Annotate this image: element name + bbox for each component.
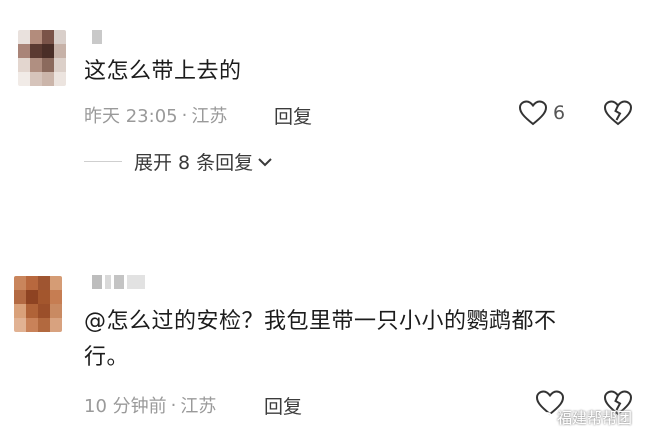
avatar-pixel xyxy=(38,276,50,290)
comment-meta: 10 分钟前 · 江苏 xyxy=(84,392,216,418)
meta-separator: · xyxy=(170,394,177,416)
avatar-pixel xyxy=(26,318,38,332)
reply-button[interactable]: 回复 xyxy=(274,102,312,129)
avatar-pixel xyxy=(38,304,50,318)
avatar-pixel xyxy=(54,72,66,86)
watermark-text: 福建帮帮团 xyxy=(556,409,632,427)
heart-icon xyxy=(519,100,547,126)
avatar-pixel xyxy=(14,318,26,332)
avatar-pixel xyxy=(50,276,62,290)
avatar-pixel xyxy=(50,318,62,332)
comment-text-line-2: 行。 xyxy=(84,345,130,370)
avatar-pixel xyxy=(30,58,42,72)
avatar-pixel xyxy=(30,44,42,58)
avatar-pixel xyxy=(18,58,30,72)
like-count: 6 xyxy=(553,102,566,124)
chevron-down-icon xyxy=(258,157,272,166)
avatar-pixel xyxy=(18,30,30,44)
avatar[interactable] xyxy=(14,276,62,332)
avatar-pixel xyxy=(42,30,54,44)
dislike-button[interactable] xyxy=(603,100,633,130)
avatar-pixel xyxy=(14,290,26,304)
divider-line xyxy=(84,161,122,162)
avatar-pixel xyxy=(26,304,38,318)
comment-location: 江苏 xyxy=(180,396,217,417)
comment-time: 10 分钟前 xyxy=(84,396,167,417)
avatar-pixel xyxy=(50,304,62,318)
comment-text: 这怎么带上去的 xyxy=(84,59,242,84)
comment-text-line-1: @怎么过的安检？我包里带一只小小的鹦鹉都不 xyxy=(84,309,557,334)
avatar-pixel xyxy=(38,290,50,304)
avatar-pixel xyxy=(50,290,62,304)
reply-button[interactable]: 回复 xyxy=(264,392,302,419)
avatar-pixel xyxy=(54,30,66,44)
avatar-pixel xyxy=(26,276,38,290)
avatar-pixel xyxy=(38,318,50,332)
avatar-pixel xyxy=(30,72,42,86)
watermark-logo-icon xyxy=(537,411,553,424)
avatar-pixel xyxy=(42,44,54,58)
broken-heart-icon xyxy=(603,100,633,126)
avatar-pixel xyxy=(18,72,30,86)
like-button[interactable]: 6 xyxy=(519,100,565,126)
avatar-pixel xyxy=(26,290,38,304)
username-blurred[interactable] xyxy=(92,30,102,44)
expand-label: 展开 8 条回复 xyxy=(134,152,254,174)
avatar-pixel xyxy=(18,44,30,58)
avatar-pixel xyxy=(42,58,54,72)
avatar-pixel xyxy=(14,304,26,318)
avatar-pixel xyxy=(54,58,66,72)
comment-time: 昨天 23:05 xyxy=(84,106,178,127)
expand-replies[interactable]: 展开 8 条回复 xyxy=(84,148,273,175)
avatar-pixel xyxy=(42,72,54,86)
avatar-pixel xyxy=(30,30,42,44)
avatar-pixel xyxy=(14,276,26,290)
watermark: 福建帮帮团 xyxy=(537,407,632,428)
comment-meta: 昨天 23:05 · 江苏 xyxy=(84,102,227,128)
meta-separator: · xyxy=(181,104,188,126)
username-blurred[interactable] xyxy=(92,275,145,289)
avatar[interactable] xyxy=(18,30,66,86)
comment-location: 江苏 xyxy=(191,106,228,127)
avatar-pixel xyxy=(54,44,66,58)
